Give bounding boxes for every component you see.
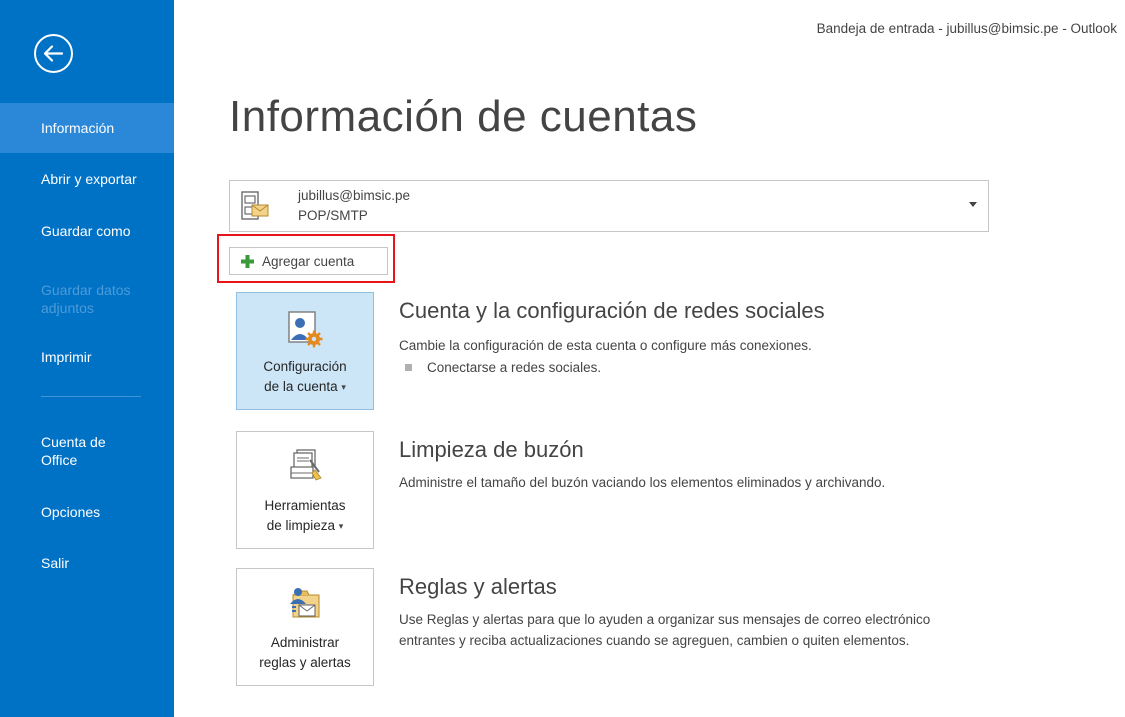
nav-item-label: Guardar datos adjuntos	[41, 282, 131, 316]
tile-label-line1: Administrar	[270, 635, 340, 650]
account-mail-icon	[241, 191, 269, 220]
account-email: jubillus@bimsic.pe	[298, 188, 410, 203]
plus-icon	[241, 254, 254, 268]
nav-item-imprimir[interactable]: Imprimir	[0, 332, 174, 382]
chevron-down-icon: ▾	[338, 521, 344, 531]
account-settings-label: Configuración de la cuenta ▾	[237, 357, 373, 397]
tile-label-line2: reglas y alertas	[259, 655, 351, 670]
page-title: Información de cuentas	[229, 92, 698, 141]
nav-item-salir[interactable]: Salir	[0, 538, 174, 588]
section-title-rules: Reglas y alertas	[399, 574, 557, 599]
account-type: POP/SMTP	[298, 208, 368, 223]
dropdown-caret-icon	[969, 202, 977, 207]
nav-item-informacion[interactable]: Información	[0, 103, 174, 153]
nav-item-guardar-adjuntos: Guardar datos adjuntos	[0, 272, 174, 326]
nav-item-abrir-exportar[interactable]: Abrir y exportar	[0, 154, 174, 204]
rules-alerts-icon	[290, 588, 320, 618]
manage-rules-button[interactable]: Administrar reglas y alertas	[236, 568, 374, 686]
add-account-label: Agregar cuenta	[262, 253, 355, 269]
account-settings-button[interactable]: Configuración de la cuenta ▾	[236, 292, 374, 410]
section-title-cleanup: Limpieza de buzón	[399, 437, 584, 462]
nav-item-label: Abrir y exportar	[41, 171, 137, 187]
manage-rules-label: Administrar reglas y alertas	[237, 633, 373, 673]
section-desc-account: Cambie la configuración de esta cuenta o…	[399, 338, 812, 353]
nav-item-label: Cuenta de Office	[41, 434, 106, 468]
section-desc-rules: Use Reglas y alertas para que lo ayuden …	[399, 612, 931, 648]
section-desc-cleanup: Administre el tamaño del buzón vaciando …	[399, 475, 886, 490]
add-account-button[interactable]: Agregar cuenta	[229, 247, 388, 275]
back-button[interactable]	[33, 33, 74, 74]
nav-item-label: Información	[41, 120, 115, 136]
social-networks-link[interactable]: Conectarse a redes sociales.	[427, 360, 601, 375]
back-arrow-icon	[34, 34, 73, 73]
nav-item-label: Guardar como	[41, 223, 131, 239]
account-selector-dropdown[interactable]: jubillus@bimsic.pe POP/SMTP	[229, 180, 989, 232]
window-title: Bandeja de entrada - jubillus@bimsic.pe …	[816, 21, 1117, 36]
social-networks-bullet: Conectarse a redes sociales.	[405, 360, 601, 375]
account-settings-icon	[288, 311, 323, 348]
bullet-icon	[405, 364, 412, 371]
nav-item-label: Imprimir	[41, 349, 92, 365]
cleanup-tools-label: Herramientas de limpieza ▾	[237, 496, 373, 536]
nav-item-guardar-como[interactable]: Guardar como	[0, 206, 174, 256]
cleanup-tools-icon	[290, 449, 322, 481]
section-title-account: Cuenta y la configuración de redes socia…	[399, 298, 825, 323]
tile-label-line1: Herramientas	[264, 498, 346, 513]
nav-item-label: Opciones	[41, 504, 101, 520]
nav-divider	[41, 396, 141, 397]
backstage-sidebar: Información Abrir y exportar Guardar com…	[0, 0, 174, 717]
nav-item-opciones[interactable]: Opciones	[0, 487, 174, 537]
cleanup-tools-button[interactable]: Herramientas de limpieza ▾	[236, 431, 374, 549]
tile-label-line2: de la cuenta	[264, 379, 338, 394]
nav-item-cuenta-office[interactable]: Cuenta de Office	[0, 424, 174, 478]
tile-label-line1: Configuración	[263, 359, 347, 374]
tile-label-line2: de limpieza	[266, 518, 335, 533]
nav-item-label: Salir	[41, 555, 70, 571]
chevron-down-icon: ▾	[341, 382, 346, 392]
